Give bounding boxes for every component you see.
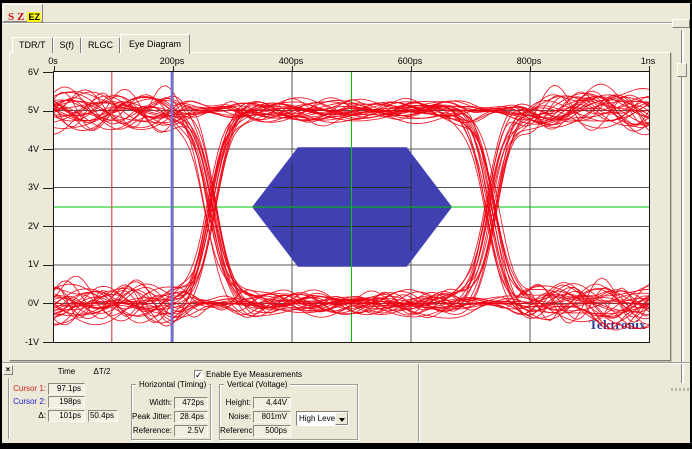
level-select-value: High Level <box>299 413 337 424</box>
peak-jitter-field[interactable]: 28.4ps <box>174 411 208 423</box>
slider-track[interactable] <box>681 30 684 383</box>
horizontal-reference-label: Reference: <box>132 425 172 437</box>
tab-rlgc[interactable]: RLGC <box>81 37 120 53</box>
ez-icon[interactable]: EZ <box>27 12 41 22</box>
time-column-header: Time <box>48 367 85 377</box>
cursor1-label: Cursor 1: <box>0 383 46 395</box>
vertical-reference-label: Reference: <box>220 425 251 437</box>
tab-eye-diagram[interactable]: Eye Diagram <box>120 34 190 54</box>
cursor2-time-field[interactable]: 198ps <box>48 396 85 408</box>
horizontal-timing-title: Horizontal (Timing) <box>136 380 209 389</box>
slider-thumb[interactable] <box>677 63 687 77</box>
delta-label: Δ: <box>0 410 46 422</box>
slider-top-cap[interactable] <box>672 19 690 28</box>
width-label: Width: <box>132 397 172 409</box>
chevron-down-icon <box>339 418 345 425</box>
level-select-dropdown[interactable]: High Level <box>296 411 349 426</box>
delta-t2-field[interactable]: 50.4ps <box>88 410 118 422</box>
vertical-voltage-group: Vertical (Voltage) Height: 4.44V Noise: … <box>219 384 358 440</box>
vertical-reference-field[interactable]: 500ps <box>253 425 291 437</box>
tab-s-f[interactable]: S(f) <box>53 37 82 53</box>
tab-strip: TDR/T S(f) RLGC Eye Diagram <box>12 33 190 53</box>
toolbar-logo-tab: SZEZ <box>3 4 43 22</box>
cursor1-time-field[interactable]: 97.1ps <box>48 383 85 395</box>
measurement-panel-divider <box>418 364 420 441</box>
noise-field[interactable]: 801mV <box>253 411 291 423</box>
toolbar-separator <box>2 22 690 24</box>
eye-diagram-canvas <box>54 72 649 342</box>
tab-tdr-t[interactable]: TDR/T <box>12 37 53 53</box>
horizontal-reference-field[interactable]: 2.5V <box>174 425 208 437</box>
enable-eye-measurements-label: Enable Eye Measurements <box>206 369 302 380</box>
enable-eye-measurements-checkbox[interactable]: ✓ <box>194 370 203 379</box>
close-measurements-button[interactable]: × <box>3 365 13 375</box>
delta-t2-column-header: ΔT/2 <box>84 367 120 377</box>
measurement-panel-separator <box>2 362 690 364</box>
width-field[interactable]: 472ps <box>174 397 208 409</box>
checkmark-icon: ✓ <box>195 370 203 380</box>
vertical-voltage-title: Vertical (Voltage) <box>224 380 290 389</box>
horizontal-timing-group: Horizontal (Timing) Width: 472ps Peak Ji… <box>131 384 211 440</box>
noise-label: Noise: <box>220 411 251 423</box>
cursor2-label: Cursor 2: <box>0 396 46 408</box>
eye-diagram-plot[interactable]: Tektronix <box>53 71 650 343</box>
dropdown-button[interactable] <box>335 412 348 425</box>
resize-grip <box>671 388 690 391</box>
peak-jitter-label: Peak Jitter: <box>132 411 172 423</box>
height-label: Height: <box>220 397 251 409</box>
height-field[interactable]: 4.44V <box>253 397 291 409</box>
delta-time-field[interactable]: 101ps <box>48 410 85 422</box>
